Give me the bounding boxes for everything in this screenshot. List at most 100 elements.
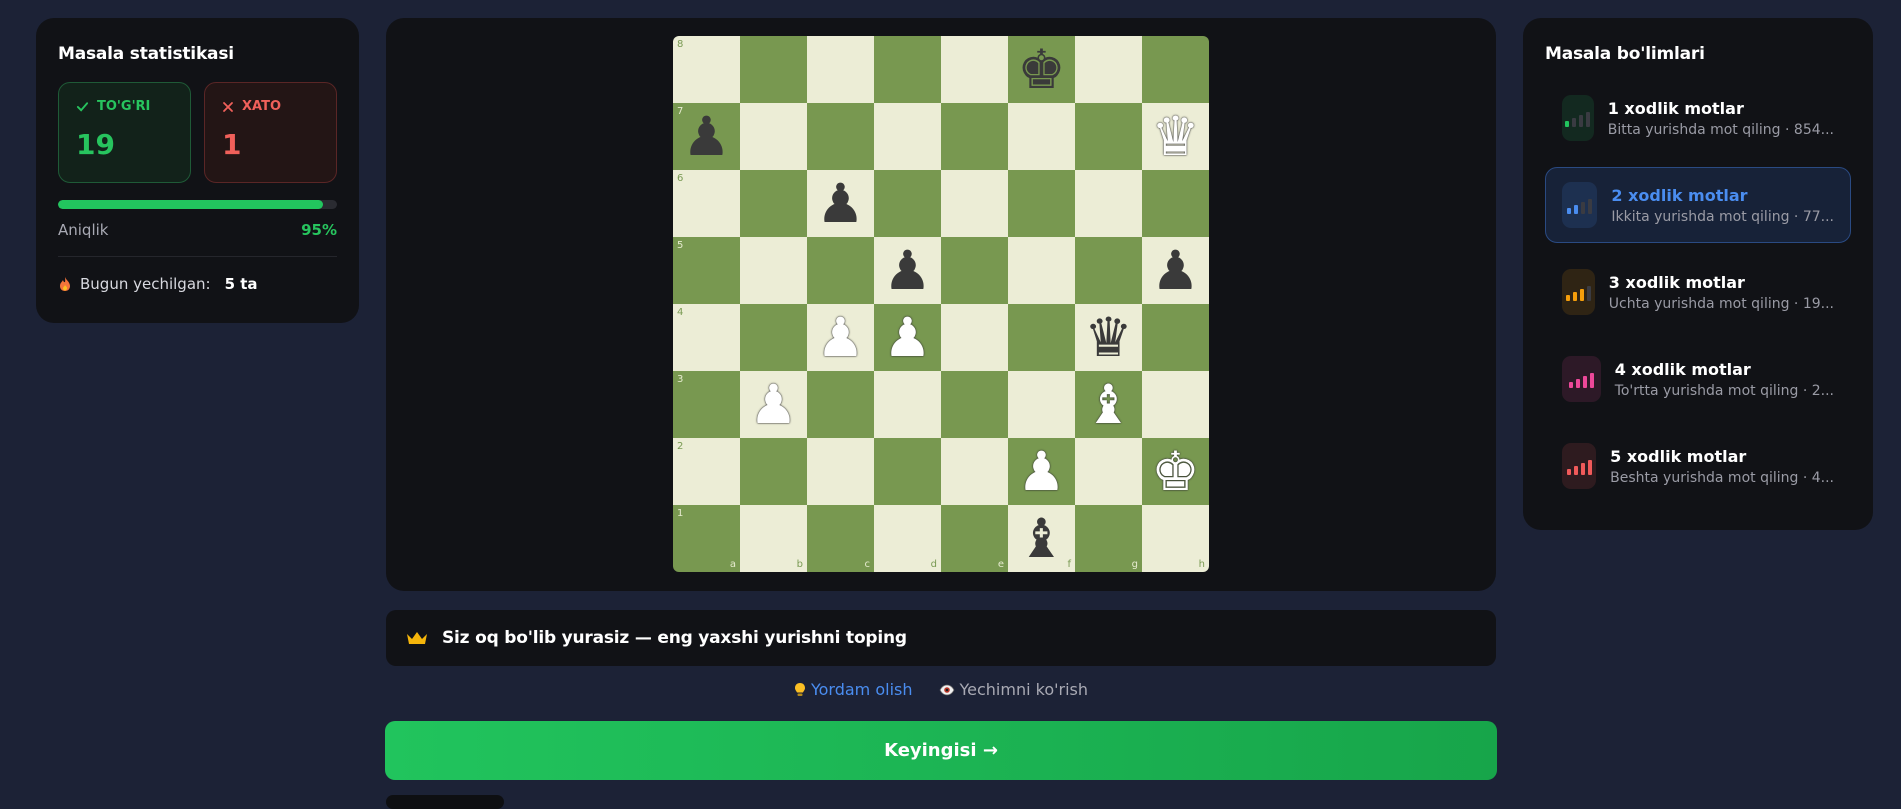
file-label: h (1198, 559, 1205, 570)
rank-label: 2 (677, 441, 684, 452)
square-f5[interactable] (1008, 237, 1075, 304)
square-f3[interactable] (1008, 371, 1075, 438)
square-e4[interactable] (941, 304, 1008, 371)
black-pawn-piece[interactable]: ♟ (1151, 243, 1199, 298)
section-item-5[interactable]: 5 xodlik motlar Beshta yurishda mot qilin… (1545, 428, 1851, 504)
square-a5[interactable]: 5 (673, 237, 740, 304)
section-item-3[interactable]: 3 xodlik motlar Uchta yurishda mot qiling… (1545, 254, 1851, 330)
square-b5[interactable] (740, 237, 807, 304)
square-b1[interactable]: b (740, 505, 807, 572)
get-help-link[interactable]: Yordam olish (794, 680, 913, 699)
square-g6[interactable] (1075, 170, 1142, 237)
square-a2[interactable]: 2 (673, 438, 740, 505)
square-b3[interactable]: ♟ (740, 371, 807, 438)
section-description: Beshta yurishda mot qiling · 4... (1610, 469, 1834, 486)
square-b8[interactable] (740, 36, 807, 103)
file-label: d (930, 559, 937, 570)
fire-icon (60, 277, 70, 291)
square-h3[interactable] (1142, 371, 1209, 438)
square-d7[interactable] (874, 103, 941, 170)
accuracy-value: 95% (301, 221, 337, 239)
square-f4[interactable] (1008, 304, 1075, 371)
white-pawn-piece[interactable]: ♟ (816, 310, 864, 365)
white-pawn-piece[interactable]: ♟ (749, 377, 797, 432)
next-button[interactable]: Keyingisi → (385, 721, 1497, 780)
show-solution-link[interactable]: Yechimni ko'rish (939, 680, 1088, 699)
white-queen-piece[interactable]: ♛ (1151, 109, 1199, 164)
square-d2[interactable] (874, 438, 941, 505)
square-c6[interactable]: ♟ (807, 170, 874, 237)
square-c1[interactable]: c (807, 505, 874, 572)
square-c8[interactable] (807, 36, 874, 103)
square-d8[interactable] (874, 36, 941, 103)
square-c5[interactable] (807, 237, 874, 304)
wrong-label: XATO (242, 99, 281, 114)
square-e6[interactable] (941, 170, 1008, 237)
square-b2[interactable] (740, 438, 807, 505)
section-description: Bitta yurishda mot qiling · 854... (1607, 121, 1834, 138)
square-c4[interactable]: ♟ (807, 304, 874, 371)
square-f7[interactable] (1008, 103, 1075, 170)
square-d5[interactable]: ♟ (874, 237, 941, 304)
black-pawn-piece[interactable]: ♟ (816, 176, 864, 231)
square-h1[interactable]: h (1142, 505, 1209, 572)
square-a6[interactable]: 6 (673, 170, 740, 237)
black-pawn-piece[interactable]: ♟ (883, 243, 931, 298)
square-f1[interactable]: f ♝ (1008, 505, 1075, 572)
square-e1[interactable]: e (941, 505, 1008, 572)
stats-panel: Masala statistikasi TO'G'RI 19 XATO 1 An… (36, 18, 359, 323)
black-king-piece[interactable]: ♚ (1017, 42, 1065, 97)
square-e5[interactable] (941, 237, 1008, 304)
square-h8[interactable] (1142, 36, 1209, 103)
black-bishop-piece[interactable]: ♝ (1017, 511, 1065, 566)
square-e7[interactable] (941, 103, 1008, 170)
white-pawn-piece[interactable]: ♟ (883, 310, 931, 365)
square-d6[interactable] (874, 170, 941, 237)
square-a1[interactable]: 1a (673, 505, 740, 572)
section-item-2[interactable]: 2 xodlik motlar Ikkita yurishda mot qilin… (1545, 167, 1851, 243)
section-item-4[interactable]: 4 xodlik motlar To'rtta yurishda mot qili… (1545, 341, 1851, 417)
square-a8[interactable]: 8 (673, 36, 740, 103)
black-queen-piece[interactable]: ♛ (1084, 310, 1132, 365)
square-h5[interactable]: ♟ (1142, 237, 1209, 304)
square-c3[interactable] (807, 371, 874, 438)
square-e8[interactable] (941, 36, 1008, 103)
square-g2[interactable] (1075, 438, 1142, 505)
square-b6[interactable] (740, 170, 807, 237)
section-item-1[interactable]: 1 xodlik motlar Bitta yurishda mot qiling… (1545, 80, 1851, 156)
square-a3[interactable]: 3 (673, 371, 740, 438)
square-d3[interactable] (874, 371, 941, 438)
white-king-piece[interactable]: ♚ (1151, 444, 1199, 499)
square-a7[interactable]: 7 ♟ (673, 103, 740, 170)
square-d4[interactable]: ♟ (874, 304, 941, 371)
square-g4[interactable]: ♛ (1075, 304, 1142, 371)
square-g8[interactable] (1075, 36, 1142, 103)
white-pawn-piece[interactable]: ♟ (1017, 444, 1065, 499)
square-g1[interactable]: g (1075, 505, 1142, 572)
today-label: Bugun yechilgan: (80, 275, 211, 293)
square-f8[interactable]: ♚ (1008, 36, 1075, 103)
square-g7[interactable] (1075, 103, 1142, 170)
square-c7[interactable] (807, 103, 874, 170)
square-e3[interactable] (941, 371, 1008, 438)
square-d1[interactable]: d (874, 505, 941, 572)
square-f2[interactable]: ♟ (1008, 438, 1075, 505)
today-solved: Bugun yechilgan: 5 ta (58, 275, 337, 293)
square-g5[interactable] (1075, 237, 1142, 304)
black-pawn-piece[interactable]: ♟ (682, 109, 730, 164)
file-label: e (997, 559, 1004, 570)
square-f6[interactable] (1008, 170, 1075, 237)
square-c2[interactable] (807, 438, 874, 505)
square-h2[interactable]: ♚ (1142, 438, 1209, 505)
square-a4[interactable]: 4 (673, 304, 740, 371)
square-b4[interactable] (740, 304, 807, 371)
square-h7[interactable]: ♛ (1142, 103, 1209, 170)
square-h4[interactable] (1142, 304, 1209, 371)
section-name: 5 xodlik motlar (1610, 446, 1747, 466)
square-b7[interactable] (740, 103, 807, 170)
chess-board[interactable]: 8 ♚ 7 ♟ ♛ 6 ♟ 5 ♟ ♟ 4 ♟ ♟ ♛ 3 ♟ ♝ 2 ♟ ♚ 1 a b c d e f ♝ g h (673, 36, 1209, 572)
square-g3[interactable]: ♝ (1075, 371, 1142, 438)
square-h6[interactable] (1142, 170, 1209, 237)
square-e2[interactable] (941, 438, 1008, 505)
white-bishop-piece[interactable]: ♝ (1084, 377, 1132, 432)
